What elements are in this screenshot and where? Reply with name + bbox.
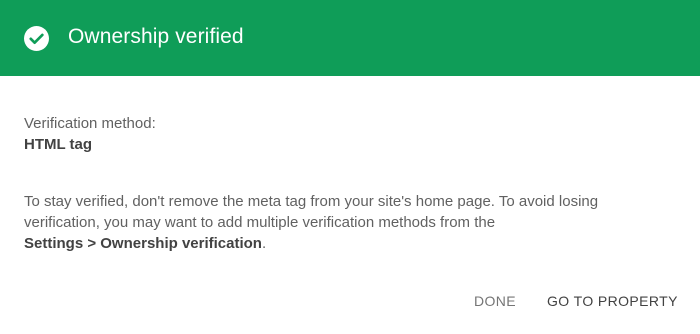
verification-info-text: To stay verified, don't remove the meta … <box>24 191 684 254</box>
go-to-property-button[interactable]: GO TO PROPERTY <box>547 291 678 311</box>
info-text-line2: verification, you may want to add multip… <box>24 214 496 231</box>
info-text-line1: To stay verified, don't remove the meta … <box>24 193 599 210</box>
dialog-header: Ownership verified <box>0 0 700 76</box>
check-circle-icon <box>24 26 49 51</box>
ownership-verified-dialog: Ownership verified Verification method: … <box>0 0 700 334</box>
done-button[interactable]: DONE <box>474 291 516 311</box>
verification-method-value: HTML tag <box>24 136 93 153</box>
settings-path: Settings > Ownership verification <box>24 235 262 252</box>
verification-method-label: Verification method: <box>24 115 156 132</box>
trailing-period: . <box>261 235 267 252</box>
dialog-title: Ownership verified <box>68 25 244 48</box>
